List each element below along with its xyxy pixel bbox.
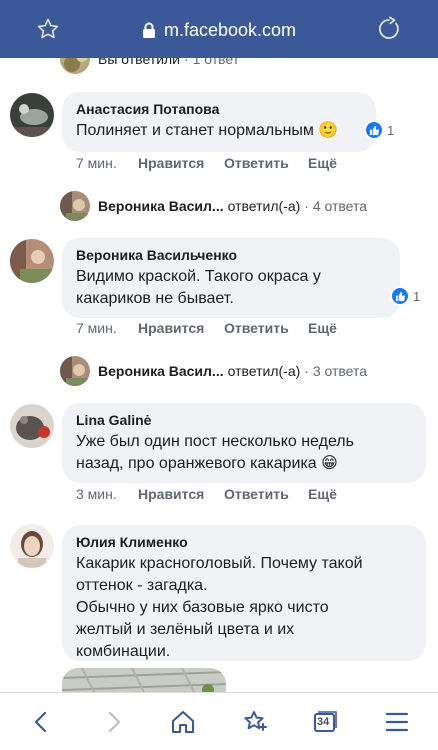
avatar bbox=[60, 356, 90, 386]
thumbs-up-icon bbox=[364, 120, 384, 140]
forward-icon[interactable] bbox=[100, 709, 126, 735]
avatar[interactable] bbox=[10, 93, 54, 137]
comment-actions: 7 мин. Нравится Ответить Ещё bbox=[76, 319, 337, 337]
comment-time[interactable]: 7 мин. bbox=[76, 155, 138, 171]
comment-time[interactable]: 3 мин. bbox=[76, 486, 138, 502]
avatar[interactable] bbox=[10, 404, 54, 448]
avatar bbox=[60, 58, 90, 74]
reaction-count: 1 bbox=[387, 122, 395, 138]
comment-actions: 3 мин. Нравится Ответить Ещё bbox=[76, 485, 337, 503]
comment-author[interactable]: Вероника Васильченко bbox=[76, 246, 386, 264]
comment-time[interactable]: 7 мин. bbox=[76, 320, 138, 336]
comment-text: Какарик красноголовый. Почему такой отте… bbox=[76, 555, 363, 660]
avatar[interactable] bbox=[10, 524, 54, 568]
reply-summary-text: Вы ответили bbox=[98, 58, 181, 67]
more-button[interactable]: Ещё bbox=[308, 320, 337, 336]
reply-verb: ответил(-а) bbox=[227, 363, 301, 379]
lock-icon bbox=[143, 22, 155, 38]
reply-count: · 1 ответ bbox=[184, 58, 240, 67]
reply-button[interactable]: Ответить bbox=[224, 320, 308, 336]
reaction-badge[interactable]: 1 bbox=[364, 120, 394, 140]
reply-summary[interactable]: Вероника Васил... ответил(-а) · 4 ответа bbox=[60, 191, 367, 221]
reply-author: Вероника Васил... bbox=[98, 198, 224, 214]
comment-author[interactable]: Lina Galinė bbox=[76, 411, 412, 429]
reload-icon[interactable] bbox=[376, 16, 402, 42]
comment-author[interactable]: Анастасия Потапова bbox=[76, 100, 362, 118]
comment-bubble: Lina Galinė Уже был один пост несколько … bbox=[62, 403, 426, 483]
comment-author[interactable]: Юлия Клименко bbox=[76, 533, 412, 551]
comment-actions: 7 мин. Нравится Ответить Ещё bbox=[76, 154, 337, 172]
more-button[interactable]: Ещё bbox=[308, 155, 337, 171]
comments-feed: Вы ответили · 1 ответ Анастасия Потапова… bbox=[0, 58, 438, 692]
avatar bbox=[60, 191, 90, 221]
comment-text: Уже был один пост несколько недель назад… bbox=[76, 433, 354, 472]
reply-author: Вероника Васил... bbox=[98, 363, 224, 379]
more-button[interactable]: Ещё bbox=[308, 486, 337, 502]
thumbs-up-icon bbox=[390, 286, 410, 306]
like-button[interactable]: Нравится bbox=[138, 320, 224, 336]
comment-text: Видимо краской. Такого окраса у какарико… bbox=[76, 268, 321, 307]
bookmarks-star-icon[interactable] bbox=[242, 709, 268, 735]
reply-count: · 3 ответа bbox=[304, 363, 368, 379]
url-text: m.facebook.com bbox=[164, 19, 297, 40]
bookmark-star-icon[interactable] bbox=[36, 17, 60, 41]
reply-verb: ответил(-а) bbox=[227, 198, 301, 214]
browser-top-bar: m.facebook.com bbox=[0, 0, 438, 58]
reply-count: · 4 ответа bbox=[304, 198, 368, 214]
reply-button[interactable]: Ответить bbox=[224, 486, 308, 502]
browser-bottom-bar: 34 bbox=[0, 692, 438, 750]
reaction-count: 1 bbox=[413, 288, 421, 304]
address-bar[interactable]: m.facebook.com bbox=[142, 18, 296, 42]
comment-bubble: Вероника Васильченко Видимо краской. Так… bbox=[62, 238, 400, 318]
comment-text: Полиняет и станет нормальным 🙂 bbox=[76, 122, 339, 139]
reply-summary[interactable]: Вы ответили · 1 ответ bbox=[60, 58, 239, 74]
like-button[interactable]: Нравится bbox=[138, 486, 224, 502]
comment-attachment-image[interactable] bbox=[62, 668, 226, 692]
home-icon[interactable] bbox=[170, 709, 196, 735]
reply-button[interactable]: Ответить bbox=[224, 155, 308, 171]
comment-bubble: Анастасия Потапова Полиняет и станет нор… bbox=[62, 92, 376, 152]
tabs-icon[interactable]: 34 bbox=[312, 709, 338, 735]
comment-bubble: Юлия Клименко Какарик красноголовый. Поч… bbox=[62, 525, 426, 661]
tabs-count: 34 bbox=[317, 716, 330, 728]
reaction-badge[interactable]: 1 bbox=[390, 286, 420, 306]
like-button[interactable]: Нравится bbox=[138, 155, 224, 171]
back-icon[interactable] bbox=[29, 709, 55, 735]
reply-summary[interactable]: Вероника Васил... ответил(-а) · 3 ответа bbox=[60, 356, 367, 386]
avatar[interactable] bbox=[10, 239, 54, 283]
menu-icon[interactable] bbox=[384, 709, 410, 735]
